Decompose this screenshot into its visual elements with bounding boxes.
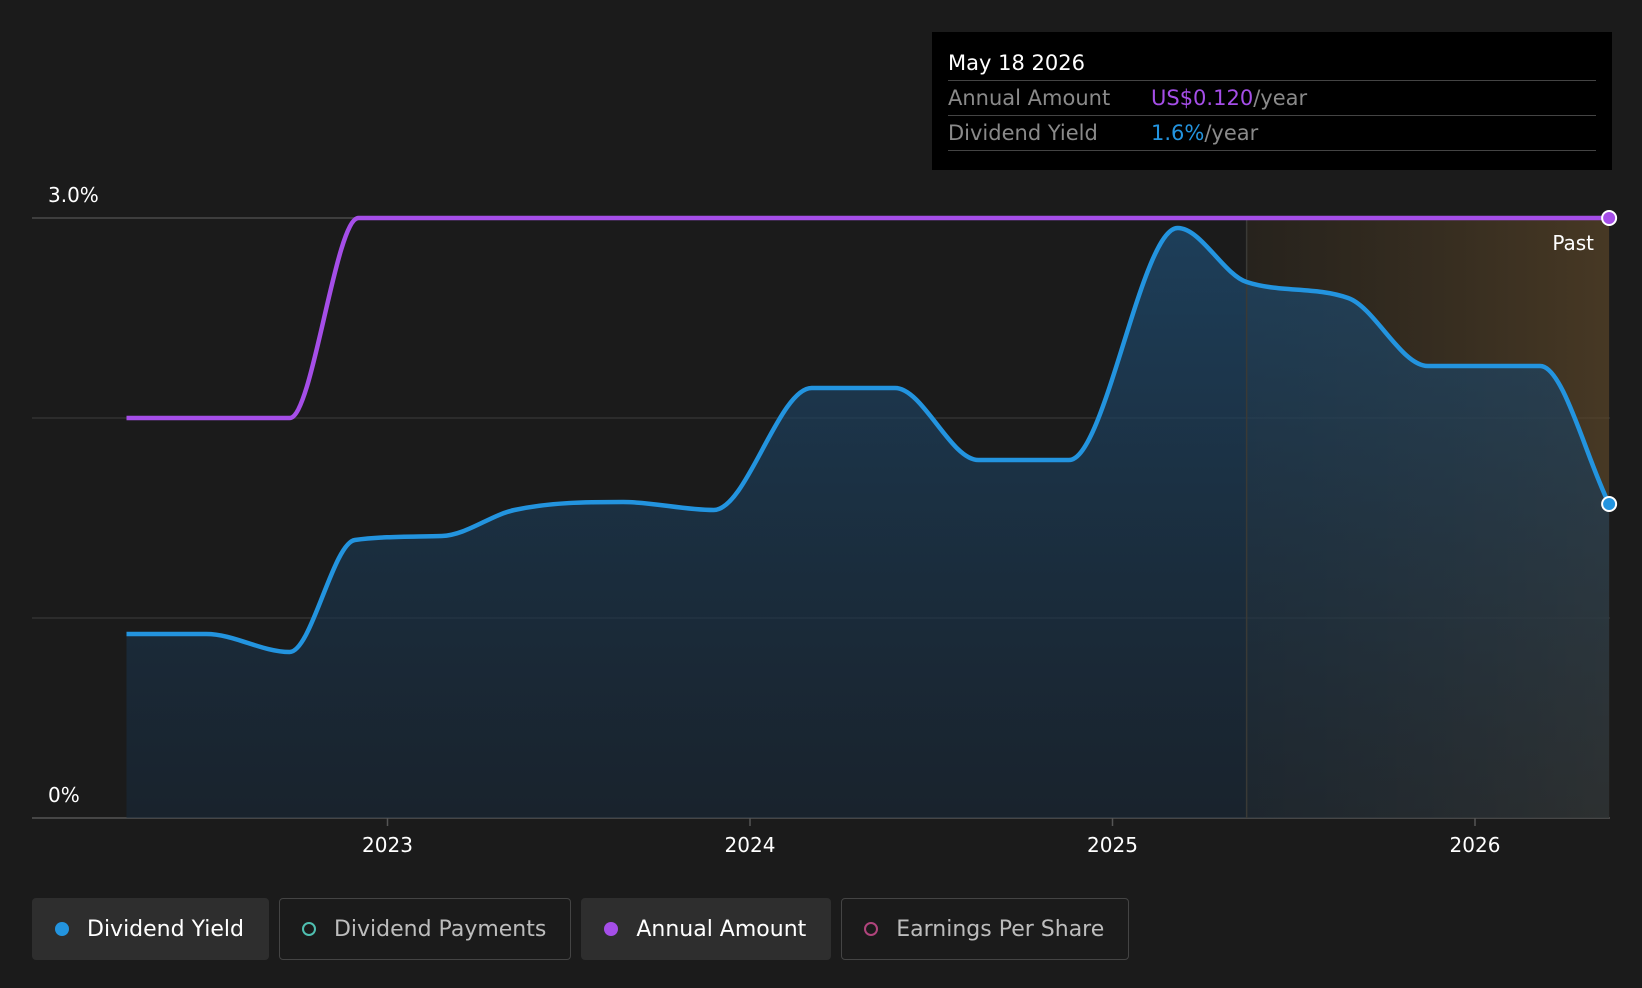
x-axis: 2023 2024 2025 2026 (362, 818, 1500, 857)
legend-dot-icon (864, 922, 879, 936)
x-tick-label-2026: 2026 (1450, 833, 1501, 857)
dividend-yield-end-point (1601, 496, 1618, 512)
hover-tooltip: May 18 2026 Annual Amount US$0.120 /year… (932, 32, 1612, 170)
x-tick-label-2024: 2024 (725, 833, 776, 857)
legend-label: Dividend Payments (333, 916, 547, 942)
tooltip-row-annual-amount: Annual Amount US$0.120 /year (948, 80, 1596, 115)
annual-amount-end-point (1601, 210, 1618, 226)
tooltip-unit: /year (1253, 86, 1308, 110)
tooltip-row-dividend-yield: Dividend Yield 1.6% /year (948, 115, 1596, 151)
legend-toggle-dividend-yield[interactable]: Dividend Yield (32, 898, 269, 960)
legend-toggle-annual-amount[interactable]: Annual Amount (581, 898, 832, 960)
tooltip-value: US$0.120 (1151, 86, 1254, 110)
y-tick-label-top: 3.0% (48, 183, 99, 207)
legend-label: Annual Amount (636, 916, 807, 942)
x-tick-label-2023: 2023 (362, 833, 413, 857)
legend-label: Earnings Per Share (896, 916, 1105, 942)
legend-dot-icon (301, 922, 316, 936)
chart-legend: Dividend Yield Dividend Payments Annual … (32, 898, 1130, 960)
tooltip-date: May 18 2026 (948, 51, 1085, 75)
x-tick-label-2025: 2025 (1087, 833, 1138, 857)
legend-toggle-dividend-payments[interactable]: Dividend Payments (278, 898, 572, 960)
legend-toggle-earnings-per-share[interactable]: Earnings Per Share (841, 898, 1130, 960)
tooltip-value: 1.6% (1151, 121, 1205, 145)
tooltip-label: Annual Amount (948, 86, 1111, 110)
y-tick-label-bottom: 0% (48, 783, 80, 807)
legend-dot-icon (604, 922, 619, 936)
tooltip-label: Dividend Yield (948, 121, 1098, 145)
legend-dot-icon (55, 922, 69, 936)
legend-label: Dividend Yield (87, 916, 244, 942)
past-region-label: Past (1552, 231, 1594, 255)
tooltip-unit: /year (1204, 121, 1259, 145)
